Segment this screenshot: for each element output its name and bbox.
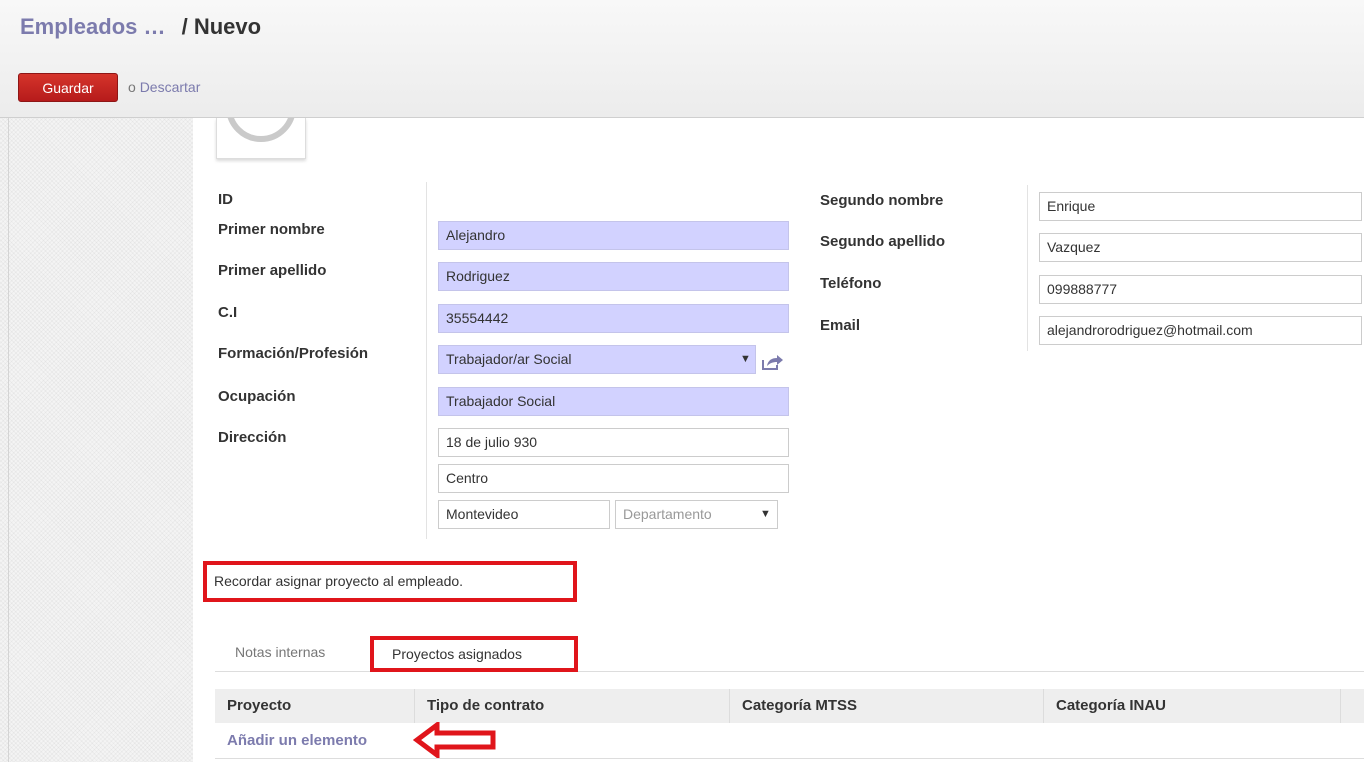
profession-label: Formación/Profesión [218,345,369,362]
projects-table-header: Proyecto Tipo de contrato Categoría MTSS… [215,689,1364,723]
second-name-label: Segundo nombre [820,192,944,209]
column-contract-type[interactable]: Tipo de contrato [415,689,730,723]
tab-assigned-projects[interactable]: Proyectos asignados [370,636,578,672]
last-name-input[interactable]: Rodriguez [438,262,789,291]
city-input[interactable]: Montevideo [438,500,610,529]
photo-placeholder-icon [226,118,296,142]
occupation-input[interactable]: Trabajador Social [438,387,789,416]
right-group-divider [1027,185,1028,351]
form-sheet: ID Primer nombre Primer apellido C.I For… [193,118,1364,762]
breadcrumb-separator: / [181,14,188,39]
second-last-name-label: Segundo apellido [820,233,946,250]
address-label: Dirección [218,429,287,446]
dropdown-caret-icon: ▼ [740,353,751,365]
phone-input[interactable]: 099888777 [1039,275,1362,304]
street-input[interactable]: 18 de julio 930 [438,428,789,457]
add-item-row: Añadir un elemento [215,723,1364,759]
second-last-name-input[interactable]: Vazquez [1039,233,1362,262]
breadcrumb-parent-link[interactable]: Empleados … [20,14,165,39]
column-project[interactable]: Proyecto [215,689,415,723]
internal-note-text: Recordar asignar proyecto al empleado. [203,561,577,602]
phone-label: Teléfono [820,275,882,292]
occupation-label: Ocupación [218,388,296,405]
second-name-input[interactable]: Enrique [1039,192,1362,221]
notebook-tabs: Notas internas Proyectos asignados [215,634,1364,672]
profession-value: Trabajador/ar Social [446,351,572,367]
ci-label: C.I [218,304,238,321]
dropdown-caret-icon: ▼ [760,508,771,520]
add-item-link[interactable]: Añadir un elemento [227,732,367,749]
discard-link[interactable]: Descartar [140,79,201,95]
breadcrumb-current: Nuevo [193,14,262,39]
or-text: o [128,79,136,95]
first-name-input[interactable]: Alejandro [438,221,789,250]
left-background [0,118,193,762]
last-name-label: Primer apellido [218,262,327,279]
control-panel: Empleados … / Nuevo Guardar o Descartar [0,0,1364,118]
first-name-label: Primer nombre [218,221,325,238]
department-placeholder: Departamento [623,506,712,522]
email-label: Email [820,317,861,334]
external-link-icon[interactable] [762,354,784,370]
department-select[interactable]: Departamento ▼ [615,500,778,529]
tab-internal-notes[interactable]: Notas internas [235,644,325,660]
red-arrow-icon [413,722,496,758]
save-button[interactable]: Guardar [18,73,118,102]
profession-select[interactable]: Trabajador/ar Social ▼ [438,345,756,374]
breadcrumb: Empleados … / Nuevo [20,14,261,40]
column-category-mtss[interactable]: Categoría MTSS [730,689,1044,723]
ci-input[interactable]: 35554442 [438,304,789,333]
email-input[interactable]: alejandrorodriguez@hotmail.com [1039,316,1362,345]
left-group-divider [426,182,427,539]
street2-input[interactable]: Centro [438,464,789,493]
employee-photo[interactable] [216,118,306,159]
discard-group: o Descartar [128,79,200,95]
id-label: ID [218,191,233,208]
column-category-inau[interactable]: Categoría INAU [1044,689,1341,723]
